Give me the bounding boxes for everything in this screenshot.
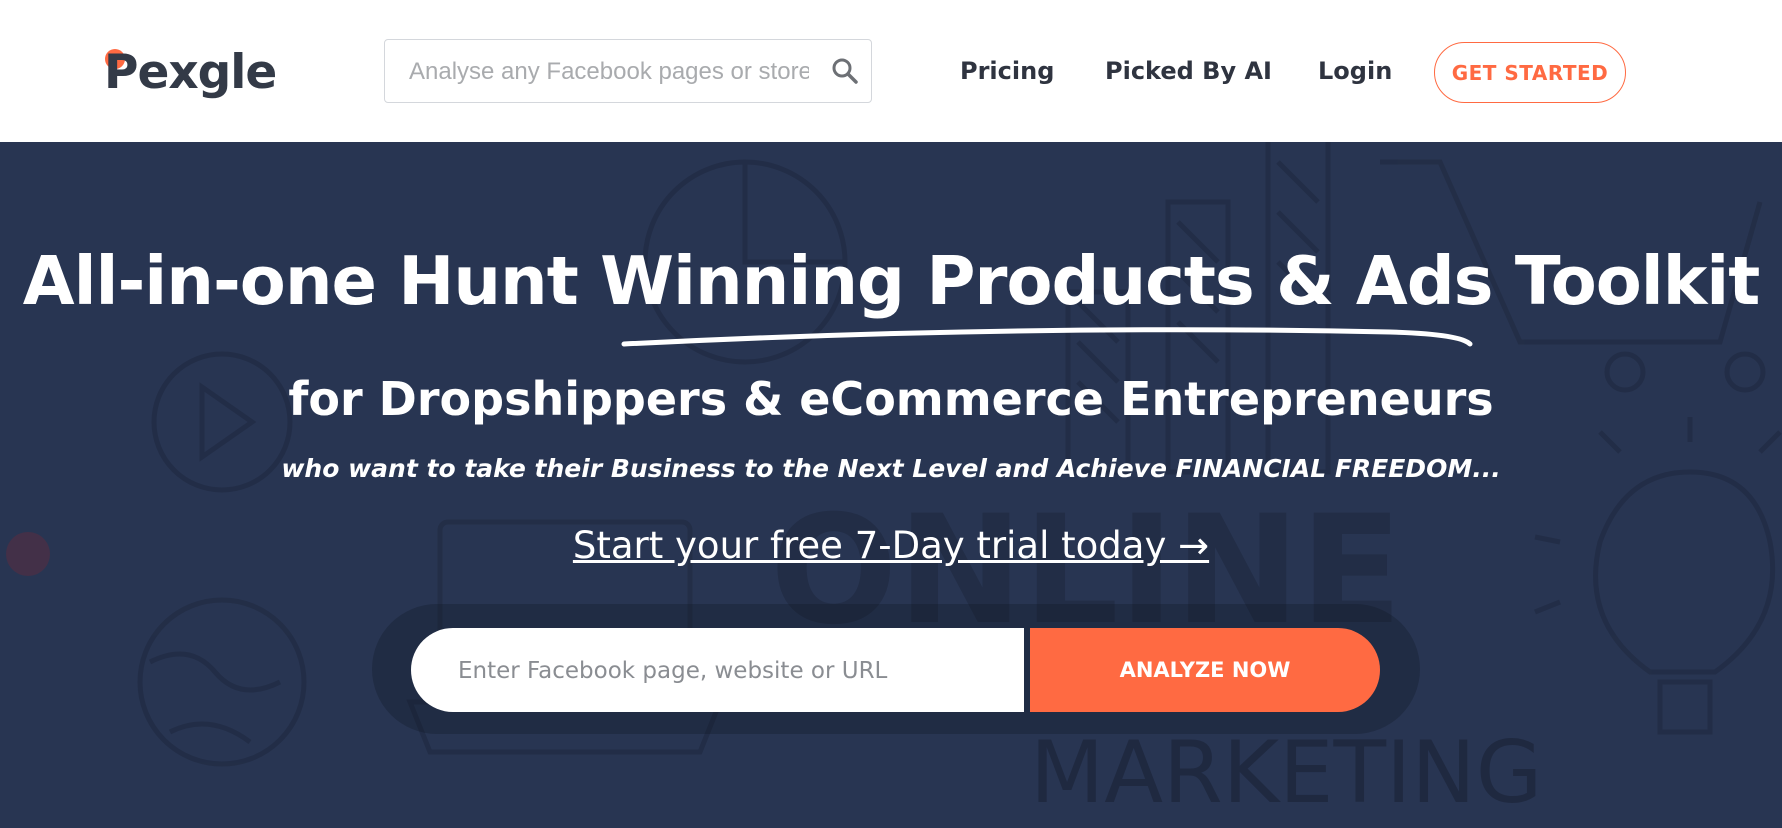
bg-word-marketing: MARKETING	[1030, 723, 1542, 823]
header-search-input[interactable]	[407, 40, 811, 104]
logo-text: Pexgle	[104, 44, 277, 100]
hero-title-part3: Toolkit	[1492, 242, 1760, 320]
site-header: Pexgle Pricing Picked By AI Login GET ST…	[0, 0, 1782, 142]
nav-picked-by-ai-link[interactable]: Picked By AI	[1105, 52, 1272, 90]
hero-tagline: who want to take their Business to the N…	[281, 454, 1501, 483]
logo-p-mark: Pexgle	[104, 44, 277, 100]
pexgle-logo[interactable]: Pexgle	[104, 40, 277, 104]
header-search-box	[384, 39, 872, 104]
analyze-input-wrapper	[411, 628, 1024, 714]
analyze-url-input[interactable]	[456, 628, 1010, 714]
get-started-button[interactable]: GET STARTED	[1434, 42, 1626, 103]
analyze-now-button[interactable]: ANALYZE NOW	[1030, 628, 1380, 712]
hero-title-highlight: Winning Products & Ads	[600, 242, 1493, 320]
hero-title-part1: All-in-one Hunt	[22, 242, 601, 320]
title-underline-swoosh	[621, 327, 1473, 347]
search-icon[interactable]	[831, 57, 859, 85]
free-trial-link[interactable]: Start your free 7-Day trial today →	[0, 524, 1782, 567]
hero-title: All-in-one Hunt Winning Products & Ads T…	[0, 242, 1782, 320]
hero-section: ONLINE MARKETING All-in-one Hunt Winning…	[0, 142, 1782, 828]
nav-pricing-link[interactable]: Pricing	[960, 52, 1054, 90]
hero-subtitle: for Dropshippers & eCommerce Entrepreneu…	[288, 372, 1494, 426]
nav-login-link[interactable]: Login	[1318, 52, 1392, 90]
